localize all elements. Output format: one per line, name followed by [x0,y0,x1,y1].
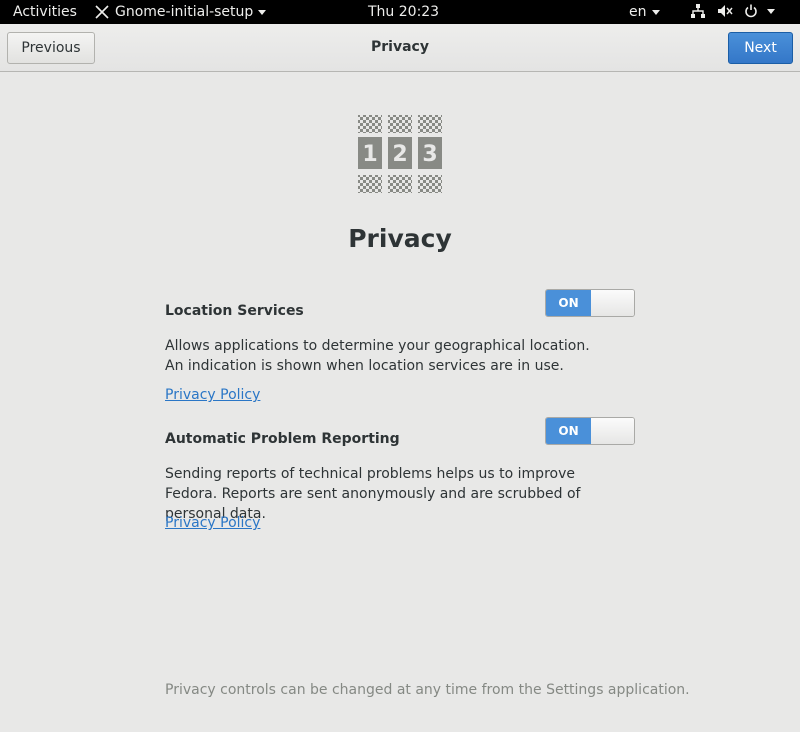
volume-muted-icon [718,5,733,17]
location-services-description: Allows applications to determine your ge… [165,338,590,374]
switch-on-label: ON [546,418,592,444]
app-menu-label: Gnome-initial-setup [115,4,254,20]
activities-button[interactable]: Activities [13,3,77,21]
next-button[interactable]: Next [728,32,793,64]
privacy-123-icon: 1 2 3 [358,115,442,193]
problem-reporting-title: Automatic Problem Reporting [165,431,400,447]
privacy-page: 1 2 3 Privacy Location Services ON Allow… [0,72,800,732]
chevron-down-icon [767,8,775,14]
app-menu[interactable]: Gnome-initial-setup [95,3,267,21]
top-bar: Activities Gnome-initial-setup Thu 20:23… [0,0,800,24]
clock[interactable]: Thu 20:23 [368,3,439,21]
reporting-privacy-policy-link[interactable]: Privacy Policy [165,514,260,532]
switch-knob [591,290,634,316]
language-label: en [629,4,647,20]
chevron-down-icon [651,9,660,15]
svg-text:1: 1 [362,142,377,167]
svg-text:3: 3 [422,142,437,167]
language-menu[interactable]: en [629,3,660,21]
location-privacy-policy-link[interactable]: Privacy Policy [165,386,260,404]
switch-on-label: ON [546,290,592,316]
svg-text:2: 2 [392,142,407,167]
network-icon [691,4,705,18]
problem-reporting-switch[interactable]: ON [545,417,635,445]
switch-knob [591,418,634,444]
header-title: Privacy [371,39,429,55]
location-services-switch[interactable]: ON [545,289,635,317]
page-title: Privacy [348,224,452,253]
system-menu[interactable] [690,4,786,18]
footer-note: Privacy controls can be changed at any t… [165,682,690,698]
app-icon [95,5,109,19]
header-bar: Previous Privacy Next [0,24,800,72]
location-services-title: Location Services [165,303,304,319]
chevron-down-icon [258,9,267,15]
power-icon [745,4,757,18]
